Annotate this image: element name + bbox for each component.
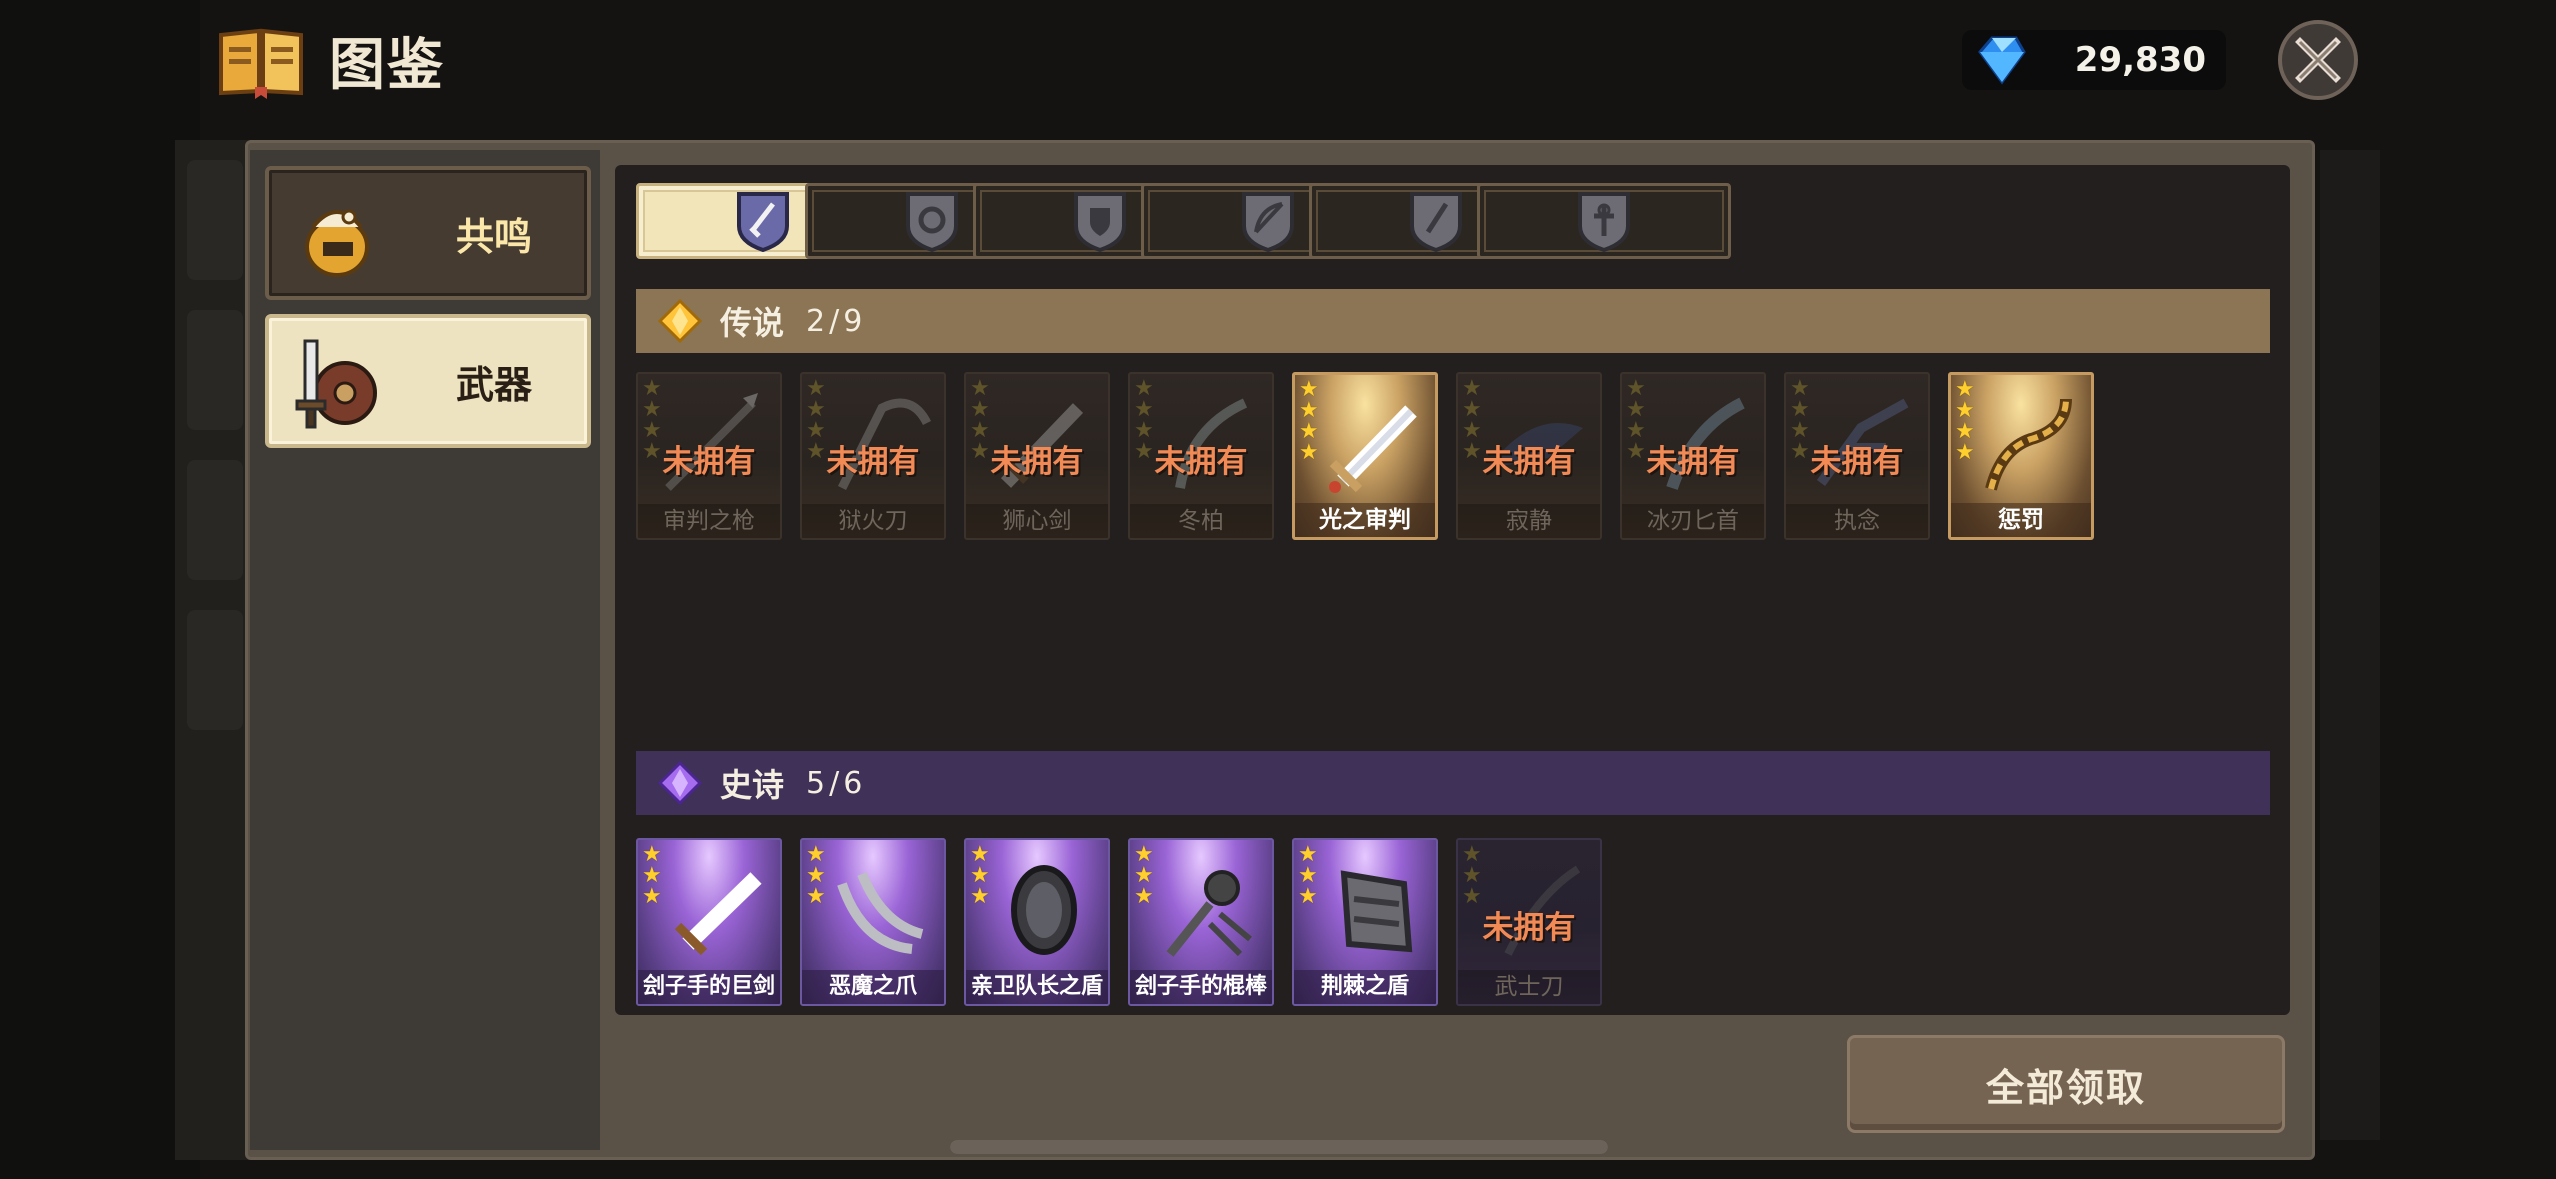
weapon-name: 狱火刀 [802, 504, 944, 538]
background-sidebar [175, 140, 255, 1160]
not-owned-label: 未拥有 [1482, 910, 1576, 946]
menu-resonance-label: 共鸣 [455, 214, 532, 259]
gem-icon [1978, 36, 2026, 85]
flail-icon [1166, 870, 1252, 957]
scrollbar-thumb[interactable] [950, 1140, 1608, 1154]
weapon-card[interactable]: ★ ★ ★ 恶魔之爪 [800, 838, 946, 1006]
category-menu [250, 150, 600, 1150]
weapon-name: 冬柏 [1130, 504, 1272, 538]
weapon-card[interactable]: ★ ★ ★ 刽子手的棍棒 [1128, 838, 1274, 1006]
weapon-name: 武士刀 [1458, 970, 1600, 1004]
menu-resonance-button[interactable]: 共鸣 [265, 166, 591, 300]
captain-shield-icon [1011, 865, 1077, 955]
weapon-card[interactable]: ★ ★ ★ 未拥有 武士刀 [1456, 838, 1602, 1006]
staff-category-icon [1578, 192, 1630, 252]
legend-section-count: 2/9 [806, 303, 867, 339]
weapon-card[interactable]: ★ ★ ★ ★ 未拥有 寂静 [1456, 372, 1602, 540]
claim-all-label: 全部领取 [1985, 1065, 2146, 1110]
epic-section-header: 史诗 5/6 [636, 751, 2270, 815]
executioner-sword-icon [674, 872, 762, 956]
not-owned-label: 未拥有 [826, 444, 920, 480]
holy-sword-icon [1329, 405, 1417, 493]
page-title: 图鉴 [329, 32, 445, 98]
weapon-name: 恶魔之爪 [802, 970, 944, 1004]
legend-gem-icon [658, 299, 702, 343]
background-right [2320, 150, 2380, 1140]
sword-shield-icon [295, 339, 377, 429]
tab-staff[interactable] [1477, 183, 1731, 259]
gem-currency-display: 29,830 [1962, 30, 2226, 90]
weapon-card[interactable]: ★ ★ ★ ★ 惩罚 [1948, 372, 2094, 540]
weapon-card[interactable]: ★ ★ ★ ★ 未拥有 狱火刀 [800, 372, 946, 540]
weapon-name: 刽子手的巨剑 [638, 970, 780, 1004]
weapon-name: 荆棘之盾 [1294, 970, 1436, 1004]
sword-category-icon [737, 192, 789, 252]
close-icon [2295, 37, 2341, 83]
not-owned-label: 未拥有 [662, 444, 756, 480]
weapon-card[interactable]: ★ ★ ★ 亲卫队长之盾 [964, 838, 1110, 1006]
weapon-name: 亲卫队长之盾 [966, 970, 1108, 1004]
shield-category-icon [1074, 192, 1126, 252]
weapon-card[interactable]: ★ ★ ★ ★ 未拥有 冬柏 [1128, 372, 1274, 540]
not-owned-label: 未拥有 [1482, 444, 1576, 480]
menu-weapon-button[interactable]: 武器 [265, 314, 591, 448]
weapon-name: 执念 [1786, 504, 1928, 538]
legend-section-header: 传说 2/9 [636, 289, 2270, 353]
claim-all-button[interactable]: 全部领取 [1847, 1035, 2285, 1133]
weapon-card[interactable]: ★ ★ ★ 荆棘之盾 [1292, 838, 1438, 1006]
weapon-name: 光之审判 [1295, 503, 1435, 537]
epic-section-count: 5/6 [806, 765, 867, 801]
weapon-card[interactable]: ★ ★ ★ ★ 未拥有 审判之枪 [636, 372, 782, 540]
thorn-shield-icon [1340, 870, 1413, 953]
background-left [0, 0, 200, 1179]
weapon-card[interactable]: ★ ★ ★ 刽子手的巨剑 [636, 838, 782, 1006]
dagger-category-icon [1410, 192, 1462, 252]
weapon-card[interactable]: ★ ★ ★ ★ 光之审判 [1292, 372, 1438, 540]
epic-gem-icon [658, 761, 702, 805]
weapon-name: 冰刃匕首 [1622, 504, 1764, 538]
close-button[interactable] [2278, 20, 2358, 100]
not-owned-label: 未拥有 [1810, 444, 1904, 480]
not-owned-label: 未拥有 [990, 444, 1084, 480]
collection-content: 传说 2/9 ★ ★ ★ ★ 未拥有 审判之枪 ★ ★ ★ ★ 未拥有 狱火刀 ★ ★ ★ ★ 未拥有 狮心剑 ★ ★… [615, 165, 2290, 1015]
weapon-name: 惩罚 [1951, 503, 2091, 537]
book-icon [219, 28, 303, 99]
demon-claw-icon [837, 872, 924, 954]
bow-category-icon [1242, 192, 1294, 252]
gem-count: 29,830 [2074, 40, 2206, 80]
weapon-name: 狮心剑 [966, 504, 1108, 538]
ring-category-icon [906, 192, 958, 252]
header: 图鉴 [215, 20, 445, 100]
weapon-card[interactable]: ★ ★ ★ ★ 未拥有 冰刃匕首 [1620, 372, 1766, 540]
menu-weapon-label: 武器 [455, 362, 532, 407]
helmet-icon [305, 209, 369, 277]
weapon-card[interactable]: ★ ★ ★ ★ 未拥有 狮心剑 [964, 372, 1110, 540]
weapon-name: 刽子手的棍棒 [1130, 970, 1272, 1004]
epic-section-title: 史诗 [720, 766, 785, 804]
weapon-name: 寂静 [1458, 504, 1600, 538]
not-owned-label: 未拥有 [1646, 444, 1740, 480]
weapon-card[interactable]: ★ ★ ★ ★ 未拥有 执念 [1784, 372, 1930, 540]
legend-section-title: 传说 [720, 304, 785, 342]
chain-icon [1985, 398, 2072, 491]
horizontal-scrollbar[interactable] [950, 1140, 1608, 1154]
not-owned-label: 未拥有 [1154, 444, 1248, 480]
weapon-name: 审判之枪 [638, 504, 780, 538]
